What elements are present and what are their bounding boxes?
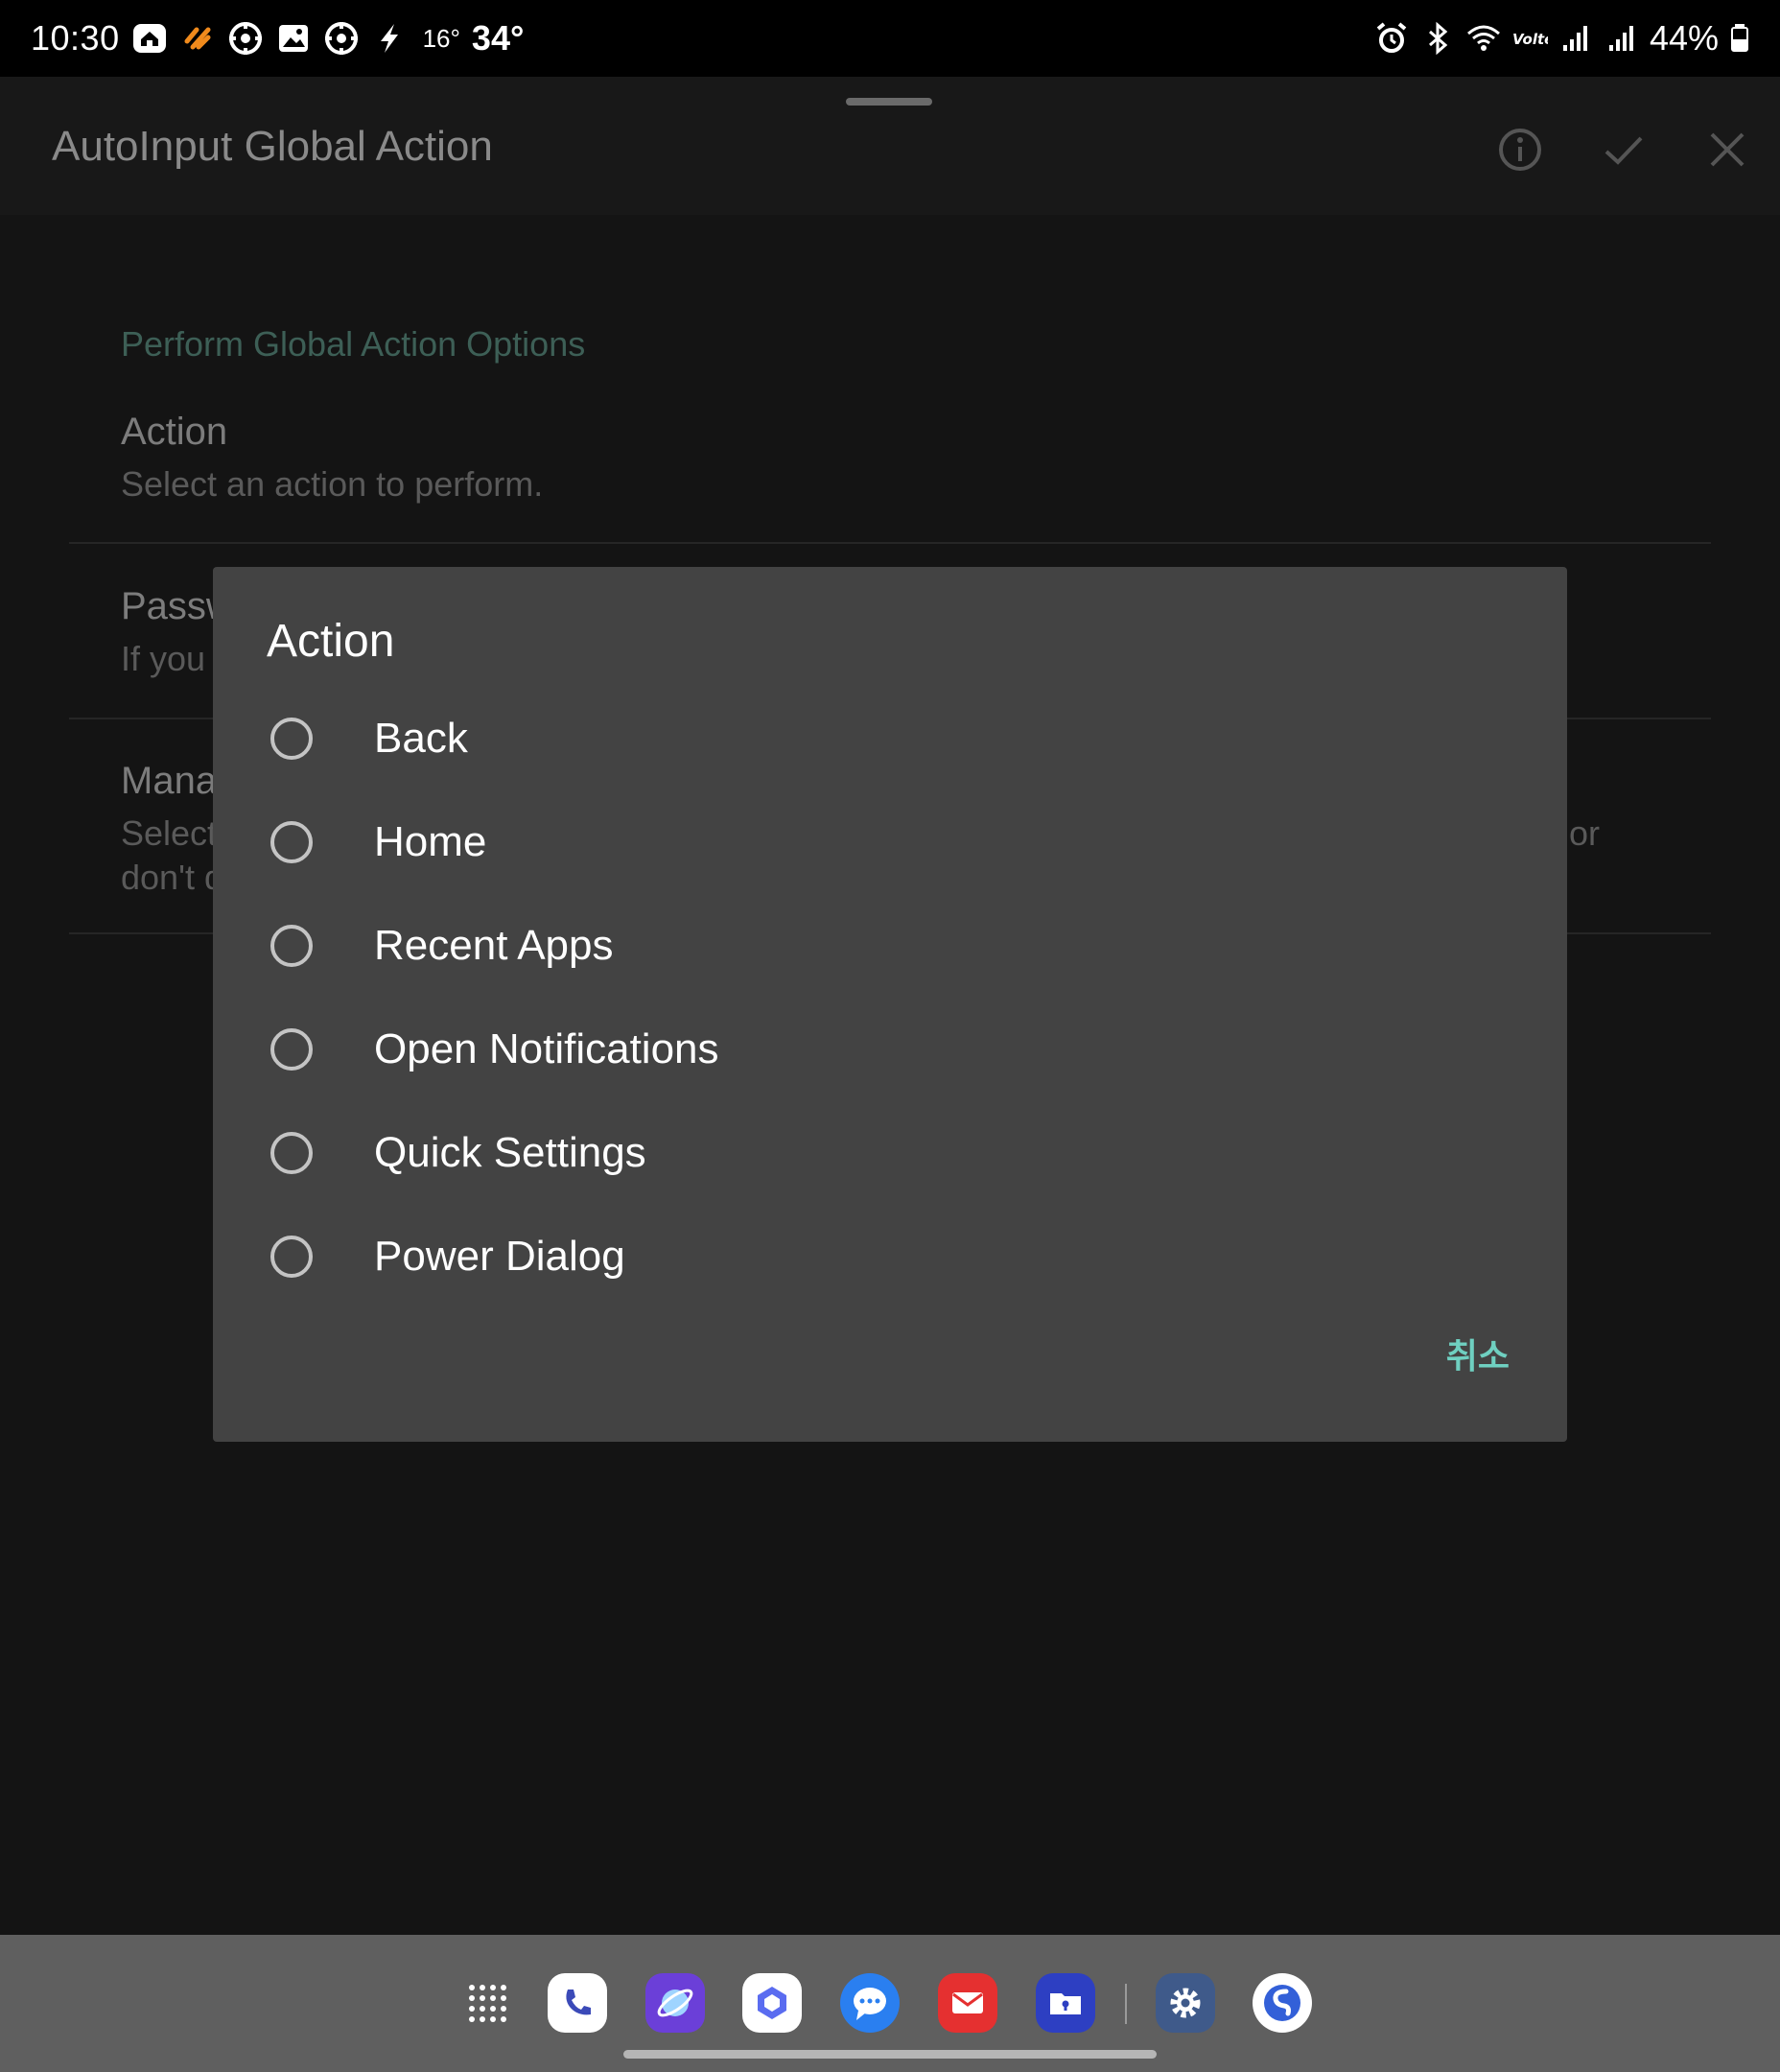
pref-manage-summary-right: or [1569,813,1601,853]
action-dialog: Action Back Home Recent Apps Open Notifi… [213,567,1567,1442]
option-quick-settings[interactable]: Quick Settings [251,1101,1529,1205]
status-temp-big: 34° [471,18,525,58]
bluetooth-icon [1428,21,1448,56]
radio-button[interactable] [270,821,313,863]
option-power-dialog[interactable]: Power Dialog [251,1205,1529,1308]
internet-icon [657,1989,693,2017]
option-recent-apps[interactable]: Recent Apps [251,894,1529,998]
dock-separator [1125,1984,1127,2024]
settings-icon [1170,1988,1201,2018]
simplenote-icon [1264,1985,1300,2021]
option-open-notifications[interactable]: Open Notifications [251,998,1529,1101]
taskbar [0,1935,1780,2072]
target-app-icon [228,22,262,55]
email-icon [952,1992,983,2013]
gallery-icon [278,25,308,52]
status-bar: 10:30 16° 34° Volt 44% [0,0,1780,77]
internet-app[interactable] [645,1973,705,2033]
simplenote-app[interactable] [1253,1973,1312,2033]
home-indicator[interactable] [623,2050,1157,2059]
alarm-icon [1376,22,1407,53]
app-header: AutoInput Global Action [0,77,1780,215]
option-back[interactable]: Back [251,687,1529,790]
target-app-icon [324,22,358,55]
option-home[interactable]: Home [251,790,1529,894]
battery-percent: 44% [1649,18,1719,58]
status-temp-small: 16° [422,23,460,53]
info-button[interactable] [1491,121,1549,178]
status-time: 10:30 [31,18,120,58]
info-icon [1499,129,1541,171]
dialog-title: Action [267,616,395,667]
cancel-button[interactable]: 취소 [1446,1329,1510,1378]
svg-text:Volte: Volte [1512,31,1548,48]
home-app-icon [132,24,166,53]
close-icon [1710,132,1745,167]
app-drawer-icon [469,1985,506,2022]
status-right: Volte 44% [1373,0,1751,77]
pref-action-title[interactable]: Action [121,411,227,454]
option-label: Recent Apps [374,922,614,969]
app-drawer-button[interactable] [457,1973,517,2033]
radio-button[interactable] [270,925,313,967]
messages-app[interactable] [840,1973,900,2033]
secure-folder-icon [1050,1993,1081,2014]
bixby-app[interactable] [742,1973,802,2033]
volte-icon: Volte [1512,31,1548,48]
pref-action-summary: Select an action to perform. [121,464,544,504]
drag-handle[interactable] [846,98,932,106]
signal-icon [1608,26,1633,51]
radio-button[interactable] [270,1028,313,1071]
radio-button[interactable] [270,1132,313,1174]
option-label: Home [374,818,487,865]
email-app[interactable] [938,1973,997,2033]
option-label: Back [374,715,468,762]
app-title: AutoInput Global Action [52,123,493,170]
option-label: Open Notifications [374,1025,719,1072]
battery-icon [1731,24,1748,52]
radio-button[interactable] [270,1236,313,1278]
option-label: Power Dialog [374,1233,625,1280]
bixby-icon [758,1987,786,2019]
bolt-icon [380,24,398,53]
phone-icon [566,1990,591,2015]
option-label: Quick Settings [374,1129,646,1176]
check-icon [1604,136,1643,165]
divider [69,542,1711,544]
section-header: Perform Global Action Options [121,324,586,364]
signal-icon [1562,26,1587,51]
wifi-icon [1466,25,1500,51]
secure-folder-app[interactable] [1036,1973,1095,2033]
status-left: 10:30 16° 34° [31,0,524,77]
messages-icon [854,1988,886,2020]
slash-app-icon [184,27,211,50]
phone-app[interactable] [548,1973,607,2033]
settings-app[interactable] [1156,1973,1215,2033]
radio-button[interactable] [270,718,313,760]
confirm-button[interactable] [1595,121,1652,178]
close-button[interactable] [1698,121,1756,178]
pref-manage-title[interactable]: Mana [121,760,217,803]
